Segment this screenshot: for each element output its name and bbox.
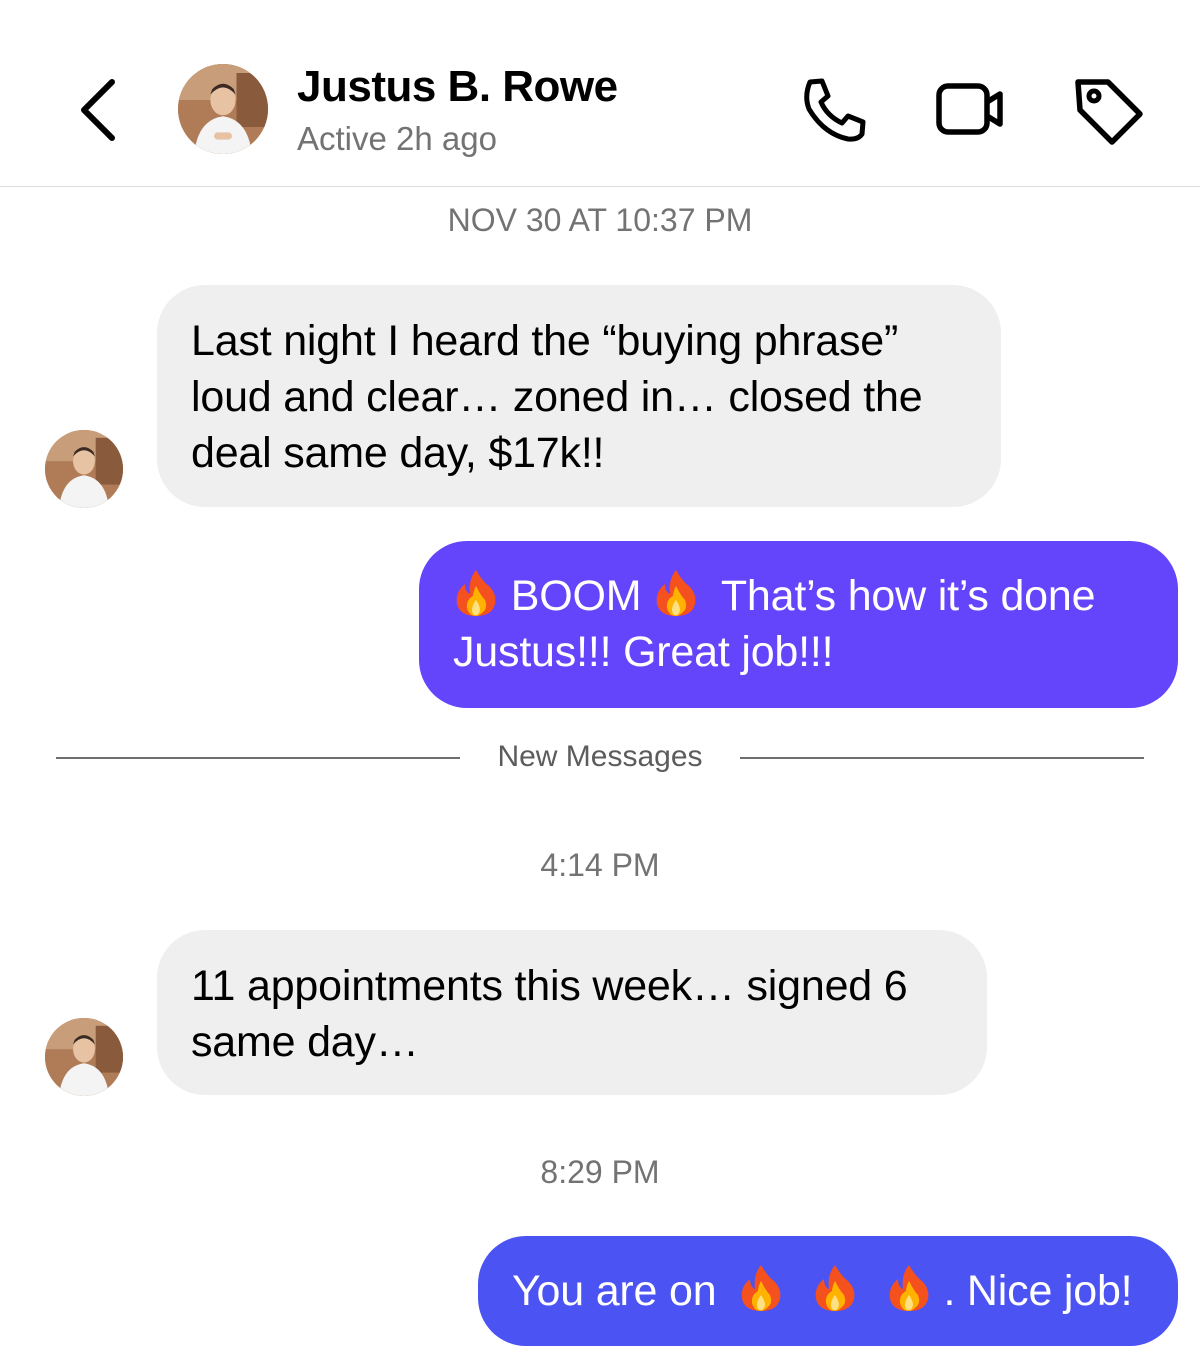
video-camera-icon [936,83,1003,135]
avatar[interactable] [45,1018,123,1096]
fire-emoji-icon [886,1263,932,1313]
fire-emoji-icon [453,568,499,618]
back-button[interactable] [70,70,130,150]
chevron-left-icon [81,79,115,141]
timestamp: 8:29 PM [540,1154,660,1190]
timestamp: 4:14 PM [540,847,660,883]
message-bubble-sent[interactable]: You are on . Nice job! [478,1236,1178,1346]
message-line: 11 appointments this week… signed 6 [191,962,908,1010]
phone-icon [804,78,866,142]
fire-emoji-icon [738,1263,784,1313]
chat-header: Justus B. Rowe Active 2h ago [0,0,1200,187]
message-text: That’s how it’s done [720,572,1096,620]
message-line: loud and clear… zoned in… closed the [191,373,923,421]
call-button[interactable] [796,72,872,148]
tag-icon [1075,79,1143,145]
message-text: . Nice job! [943,1267,1133,1315]
video-call-button[interactable] [932,72,1008,148]
avatar[interactable] [45,430,123,508]
message-line: deal same day, $17k!! [191,429,605,477]
message-bubble-received[interactable]: 11 appointments this week… signed 6 same… [157,930,987,1095]
fire-emoji-icon [812,1263,858,1313]
new-messages-label: New Messages [497,740,703,773]
message-line: same day… [191,1018,419,1066]
message-text: You are on [512,1267,717,1315]
tag-button[interactable] [1070,72,1146,148]
avatar[interactable] [178,64,268,154]
message-bubble-received[interactable]: Last night I heard the “buying phrase” l… [157,285,1001,507]
fire-emoji-icon [653,568,699,618]
message-line: Justus!!! Great job!!! [453,628,834,676]
contact-name[interactable]: Justus B. Rowe [297,62,618,112]
message-line: Last night I heard the “buying phrase” [191,317,899,365]
timestamp: NOV 30 AT 10:37 PM [447,202,753,238]
message-text: BOOM [510,572,642,620]
active-status: Active 2h ago [297,120,497,157]
message-bubble-sent[interactable]: BOOM That’s how it’s done Justus!!! Grea… [419,541,1178,708]
